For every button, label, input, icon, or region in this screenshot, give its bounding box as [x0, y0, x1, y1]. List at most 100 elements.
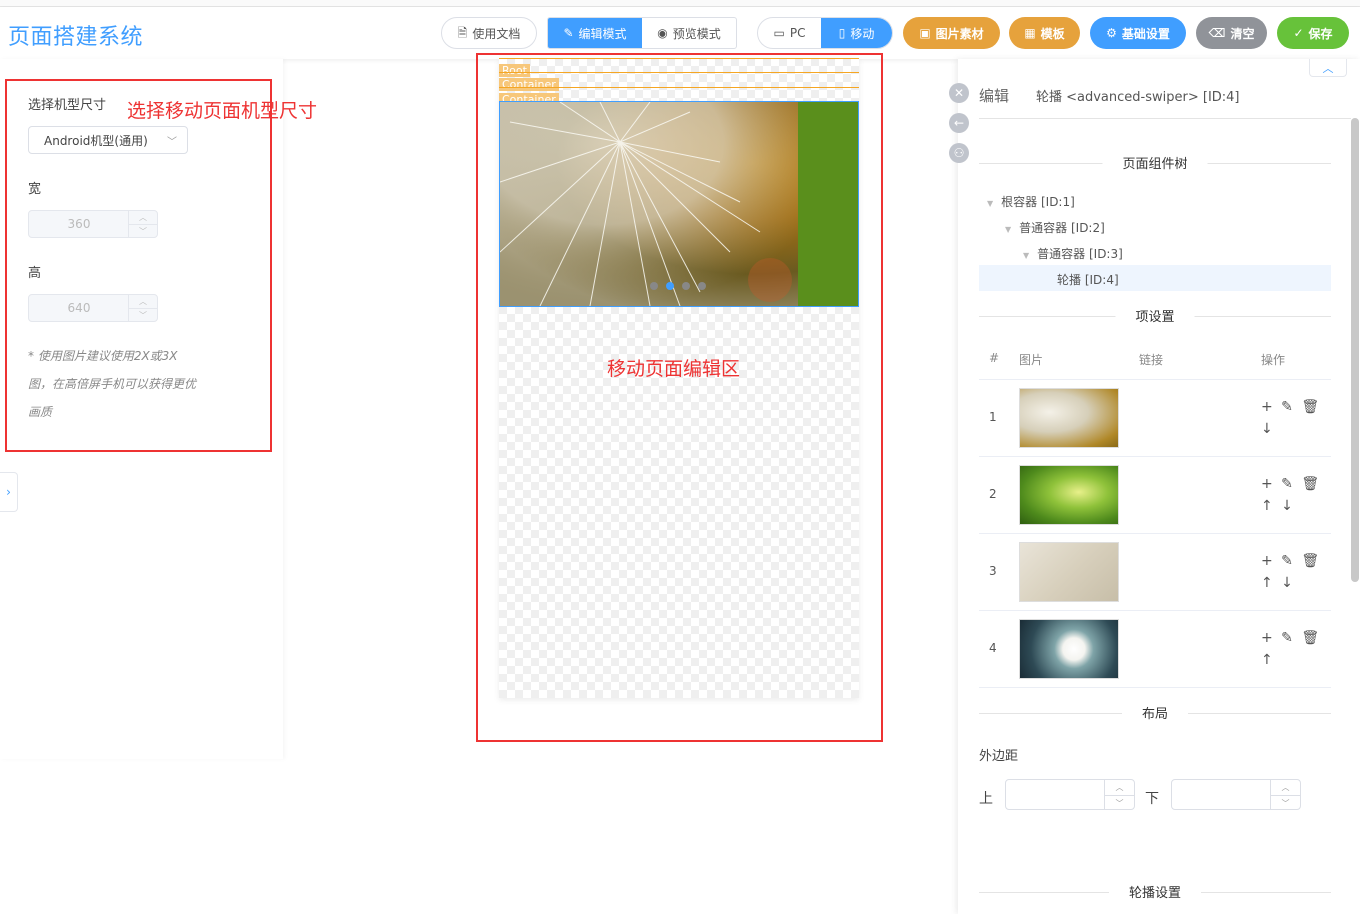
row-actions: + ✎ 🗑 ↑: [1261, 627, 1321, 671]
tree-section-title: 页面组件树: [979, 153, 1331, 173]
width-value: 360: [67, 217, 91, 231]
mobile-label: 移动: [850, 26, 875, 41]
docs-label: 使用文档: [472, 26, 521, 41]
tree-node-label: 普通容器 [ID:3]: [1037, 247, 1123, 261]
tree-node-label: 根容器 [ID:1]: [1001, 195, 1075, 209]
clear-button[interactable]: ⌫ 清空: [1196, 17, 1267, 49]
pc-button[interactable]: ▭ PC: [758, 18, 821, 48]
device-select[interactable]: Android机型(通用) ﹀: [28, 126, 188, 154]
mobile-canvas[interactable]: Root Container Container 移动页面编辑区: [499, 58, 859, 698]
device-toggle: ▭ PC ▯ 移动: [757, 17, 893, 49]
width-input[interactable]: 360 ︿ ﹀: [28, 210, 158, 238]
swiper-dot[interactable]: [650, 282, 658, 290]
panel-scrollbar[interactable]: [1351, 118, 1359, 582]
tree-node-label: 普通容器 [ID:2]: [1019, 221, 1105, 235]
row-actions: + ✎ 🗑 ↓: [1261, 396, 1321, 440]
caret-down-icon: ▼: [1023, 251, 1030, 260]
row-index: 3: [989, 564, 997, 578]
move-arrow-icons[interactable]: ↑: [1261, 649, 1321, 671]
images-label: 图片素材: [935, 26, 984, 41]
row-index: 4: [989, 641, 997, 655]
device-select-value: Android机型(通用): [44, 133, 148, 148]
margin-bottom-decrement[interactable]: ﹀: [1270, 795, 1300, 810]
height-input[interactable]: 640 ︿ ﹀: [28, 294, 158, 322]
expand-panel-button[interactable]: ›: [0, 472, 18, 512]
col-index: #: [989, 351, 1000, 365]
tree-node-swiper[interactable]: 轮播 [ID:4]: [1057, 271, 1119, 288]
margin-bottom-increment[interactable]: ︿: [1270, 780, 1300, 795]
row-actions: + ✎ 🗑 ↑ ↓: [1261, 473, 1321, 517]
component-title: 轮播 <advanced-swiper> [ID:4]: [1036, 90, 1240, 105]
caret-down-icon: ▼: [987, 199, 994, 208]
mode-toggle: ✎ 编辑模式 ◉ 预览模式: [547, 17, 737, 49]
gear-icon: ⚙: [1106, 26, 1117, 40]
mobile-button[interactable]: ▯ 移动: [821, 18, 892, 48]
margin-bottom-input[interactable]: ︿ ﹀: [1171, 779, 1301, 810]
container-tag[interactable]: Container: [499, 72, 859, 91]
height-decrement[interactable]: ﹀: [128, 308, 157, 321]
swiper-component[interactable]: [499, 101, 859, 307]
move-arrow-icons[interactable]: ↑ ↓: [1261, 495, 1321, 517]
swiper-dot[interactable]: [698, 282, 706, 290]
swiper-settings-section-title: 轮播设置: [979, 882, 1331, 902]
clear-label: 清空: [1230, 26, 1255, 41]
thumbnail-daisy[interactable]: [1019, 619, 1119, 679]
preview-mode-button[interactable]: ◉ 预览模式: [642, 18, 736, 48]
edit-mode-label: 编辑模式: [578, 26, 627, 41]
add-edit-delete-icons[interactable]: + ✎ 🗑: [1261, 473, 1321, 495]
edit-mode-button[interactable]: ✎ 编辑模式: [548, 18, 642, 48]
swiper-settings-title: 轮播设置: [1108, 882, 1202, 901]
tree-node-container-2[interactable]: ▼ 普通容器 [ID:2]: [1005, 219, 1105, 236]
margin-top-increment[interactable]: ︿: [1104, 780, 1134, 795]
chevron-right-icon: ›: [6, 485, 11, 499]
margin-top-label: 上: [979, 791, 993, 807]
app-title: 页面搭建系统: [8, 25, 144, 50]
swiper-pagination: [650, 282, 706, 290]
back-icon[interactable]: ←: [949, 113, 969, 133]
add-edit-delete-icons[interactable]: + ✎ 🗑: [1261, 627, 1321, 649]
tree-node-container-3[interactable]: ▼ 普通容器 [ID:3]: [1023, 245, 1123, 262]
width-increment[interactable]: ︿: [128, 211, 157, 224]
close-icon[interactable]: ✕: [949, 83, 969, 103]
row-index: 1: [989, 410, 997, 424]
dandelion-image: [500, 102, 798, 306]
phone-icon: ▯: [838, 26, 846, 40]
root-tag[interactable]: Root: [499, 58, 859, 77]
swiper-next-slide: [798, 102, 858, 306]
settings-button[interactable]: ⚙ 基础设置: [1090, 17, 1186, 49]
tree-node-root[interactable]: ▼ 根容器 [ID:1]: [987, 193, 1075, 210]
images-button[interactable]: ▣ 图片素材: [903, 17, 1000, 49]
header-toolbar: 页面搭建系统 🗎 使用文档 ✎ 编辑模式 ◉ 预览模式 ▭ PC ▯ 移动 ▣ …: [0, 7, 1360, 59]
docs-button[interactable]: 🗎 使用文档: [441, 17, 537, 49]
thumbnail-dandelion[interactable]: [1019, 388, 1119, 448]
thumbnail-cup-plant[interactable]: [1019, 542, 1119, 602]
swiper-dot[interactable]: [682, 282, 690, 290]
margin-top-input[interactable]: ︿ ﹀: [1005, 779, 1135, 810]
row-index: 2: [989, 487, 997, 501]
chevron-up-icon: ︿: [1322, 61, 1334, 75]
margin-top-decrement[interactable]: ﹀: [1104, 795, 1134, 810]
col-link: 链接: [1139, 353, 1164, 367]
row-actions: + ✎ 🗑 ↑ ↓: [1261, 550, 1321, 594]
move-arrow-icons[interactable]: ↓: [1261, 418, 1321, 440]
width-decrement[interactable]: ﹀: [128, 224, 157, 237]
templates-button[interactable]: ▦ 模板: [1009, 17, 1080, 49]
width-label: 宽: [28, 182, 42, 197]
container-tag[interactable]: Container: [499, 87, 859, 106]
pc-label: PC: [789, 26, 806, 40]
add-edit-delete-icons[interactable]: + ✎ 🗑: [1261, 396, 1321, 418]
image-tip: * 使用图片建议使用2X或3X图，在高倍屏手机可以获得更优画质: [28, 349, 197, 419]
add-edit-delete-icons[interactable]: + ✎ 🗑: [1261, 550, 1321, 572]
margin-label: 外边距: [979, 749, 1019, 764]
monitor-icon: ▭: [773, 26, 785, 40]
save-button[interactable]: ✓ 保存: [1277, 17, 1349, 49]
swiper-dot-active[interactable]: [666, 282, 674, 290]
edit-label: 编辑: [979, 87, 1010, 105]
move-arrow-icons[interactable]: ↑ ↓: [1261, 572, 1321, 594]
collapse-panel-button[interactable]: ︿: [1309, 59, 1347, 77]
layout-title: 布局: [1121, 703, 1189, 722]
tree-node-label: 轮播 [ID:4]: [1057, 273, 1119, 287]
hierarchy-icon[interactable]: ⚇: [949, 143, 969, 163]
height-increment[interactable]: ︿: [128, 295, 157, 308]
thumbnail-green-plant[interactable]: [1019, 465, 1119, 525]
